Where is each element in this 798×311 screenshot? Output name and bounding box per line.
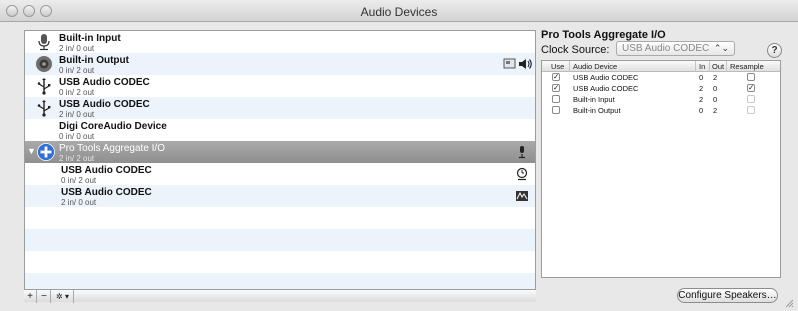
device-row-pro-tools-aggregate[interactable]: ▼ Pro Tools Aggregate I/O 2 in/ 2 out [25,141,535,163]
resample-checkbox[interactable]: ✓ [747,84,755,92]
device-io: 2 in/ 0 out [59,44,95,53]
device-io: 0 in/ 2 out [61,176,97,185]
column-resample[interactable]: Resample [730,62,764,71]
table-row: ✓ USB Audio CODEC 0 2 [542,73,780,83]
device-row-digi-coreaudio[interactable]: Digi CoreAudio Device 0 in/ 0 out [25,119,535,141]
window-title: Audio Devices [360,5,438,19]
table-cell-in: 2 [699,95,704,104]
disclosure-triangle-icon[interactable]: ▼ [27,146,36,156]
device-list[interactable]: Built-in Input 2 in/ 0 out Built-in Outp… [24,30,536,299]
table-cell-device: Built-in Output [573,106,621,115]
device-row-built-in-output[interactable]: Built-in Output 0 in/ 2 out [25,53,535,75]
use-checkbox[interactable] [552,106,560,114]
speaker-icon [36,56,52,72]
table-cell-in: 2 [699,84,704,93]
device-row-built-in-input[interactable]: Built-in Input 2 in/ 0 out [25,31,535,53]
aggregate-plus-icon [37,143,55,161]
device-io: 0 in/ 2 out [59,88,95,97]
aggregate-panel-title: Pro Tools Aggregate I/O [541,29,666,41]
table-cell-device: USB Audio CODEC [573,73,639,82]
device-io: 2 in/ 2 out [59,154,95,163]
microphone-icon [38,34,50,51]
device-io: 0 in/ 0 out [59,132,95,141]
table-cell-in: 0 [699,73,704,82]
usb-icon [37,78,51,95]
device-row-usb-audio-codec-out[interactable]: USB Audio CODEC 0 in/ 2 out [25,75,535,97]
table-cell-out: 2 [713,106,718,115]
device-io: 2 in/ 0 out [59,110,95,119]
table-cell-out: 0 [713,84,718,93]
window-content: Built-in Input 2 in/ 0 out Built-in Outp… [0,22,798,311]
table-row: Built-in Input 2 0 [542,95,780,105]
usb-icon [37,100,51,117]
device-name: Built-in Input [59,33,121,44]
action-menu-button[interactable]: ✲ ▾ [52,290,74,303]
device-list-toolbar: + − ✲ ▾ [24,289,536,303]
speaker-volume-icon [519,59,532,69]
table-cell-device: USB Audio CODEC [573,84,639,93]
device-row-aggregate-child-usb-out[interactable]: USB Audio CODEC 0 in/ 2 out [25,163,535,185]
column-use[interactable]: Use [551,62,564,71]
use-checkbox[interactable]: ✓ [552,84,560,92]
resample-checkbox [747,95,755,103]
column-in[interactable]: In [699,62,705,71]
device-name: Digi CoreAudio Device [59,121,167,132]
table-cell-device: Built-in Input [573,95,615,104]
remove-device-button[interactable]: − [38,290,51,303]
resize-grip-icon[interactable] [784,298,794,308]
clock-source-value: USB Audio CODEC [622,43,710,54]
use-checkbox[interactable]: ✓ [552,73,560,81]
device-name: USB Audio CODEC [61,165,152,176]
table-cell-out: 0 [713,95,718,104]
column-out[interactable]: Out [712,62,724,71]
clock-icon [516,167,528,181]
device-name: Pro Tools Aggregate I/O [59,143,165,154]
device-io: 0 in/ 2 out [59,66,95,75]
empty-row [25,207,535,229]
microphone-icon [519,146,525,159]
resample-checkbox[interactable] [747,73,755,81]
device-name: Built-in Output [59,55,129,66]
device-name: USB Audio CODEC [59,99,150,110]
select-arrows-icon: ⌃⌄ [713,43,729,53]
use-checkbox[interactable] [552,95,560,103]
title-bar: Audio Devices [0,0,798,22]
table-cell-in: 0 [699,106,704,115]
device-io: 2 in/ 0 out [61,198,97,207]
device-name: USB Audio CODEC [59,77,150,88]
help-button[interactable]: ? [767,43,782,58]
empty-row [25,229,535,251]
device-row-aggregate-child-usb-in[interactable]: USB Audio CODEC 2 in/ 0 out [25,185,535,207]
waveform-icon [516,191,528,201]
clock-source-label: Clock Source: [541,44,610,56]
empty-row [25,251,535,273]
table-cell-out: 2 [713,73,718,82]
resample-checkbox [747,106,755,114]
device-name: USB Audio CODEC [61,187,152,198]
add-device-button[interactable]: + [24,290,37,303]
column-audio-device[interactable]: Audio Device [573,62,617,71]
finder-icon [503,58,516,69]
table-row: Built-in Output 0 2 [542,106,780,116]
aggregate-device-table: Use Audio Device In Out Resample ✓ USB A… [541,60,781,278]
clock-source-select[interactable]: USB Audio CODEC ⌃⌄ [616,41,735,56]
device-row-usb-audio-codec-in[interactable]: USB Audio CODEC 2 in/ 0 out [25,97,535,119]
table-header: Use Audio Device In Out Resample [542,61,780,72]
table-row: ✓ USB Audio CODEC 2 0 ✓ [542,84,780,94]
configure-speakers-button[interactable]: Configure Speakers… [677,288,778,303]
